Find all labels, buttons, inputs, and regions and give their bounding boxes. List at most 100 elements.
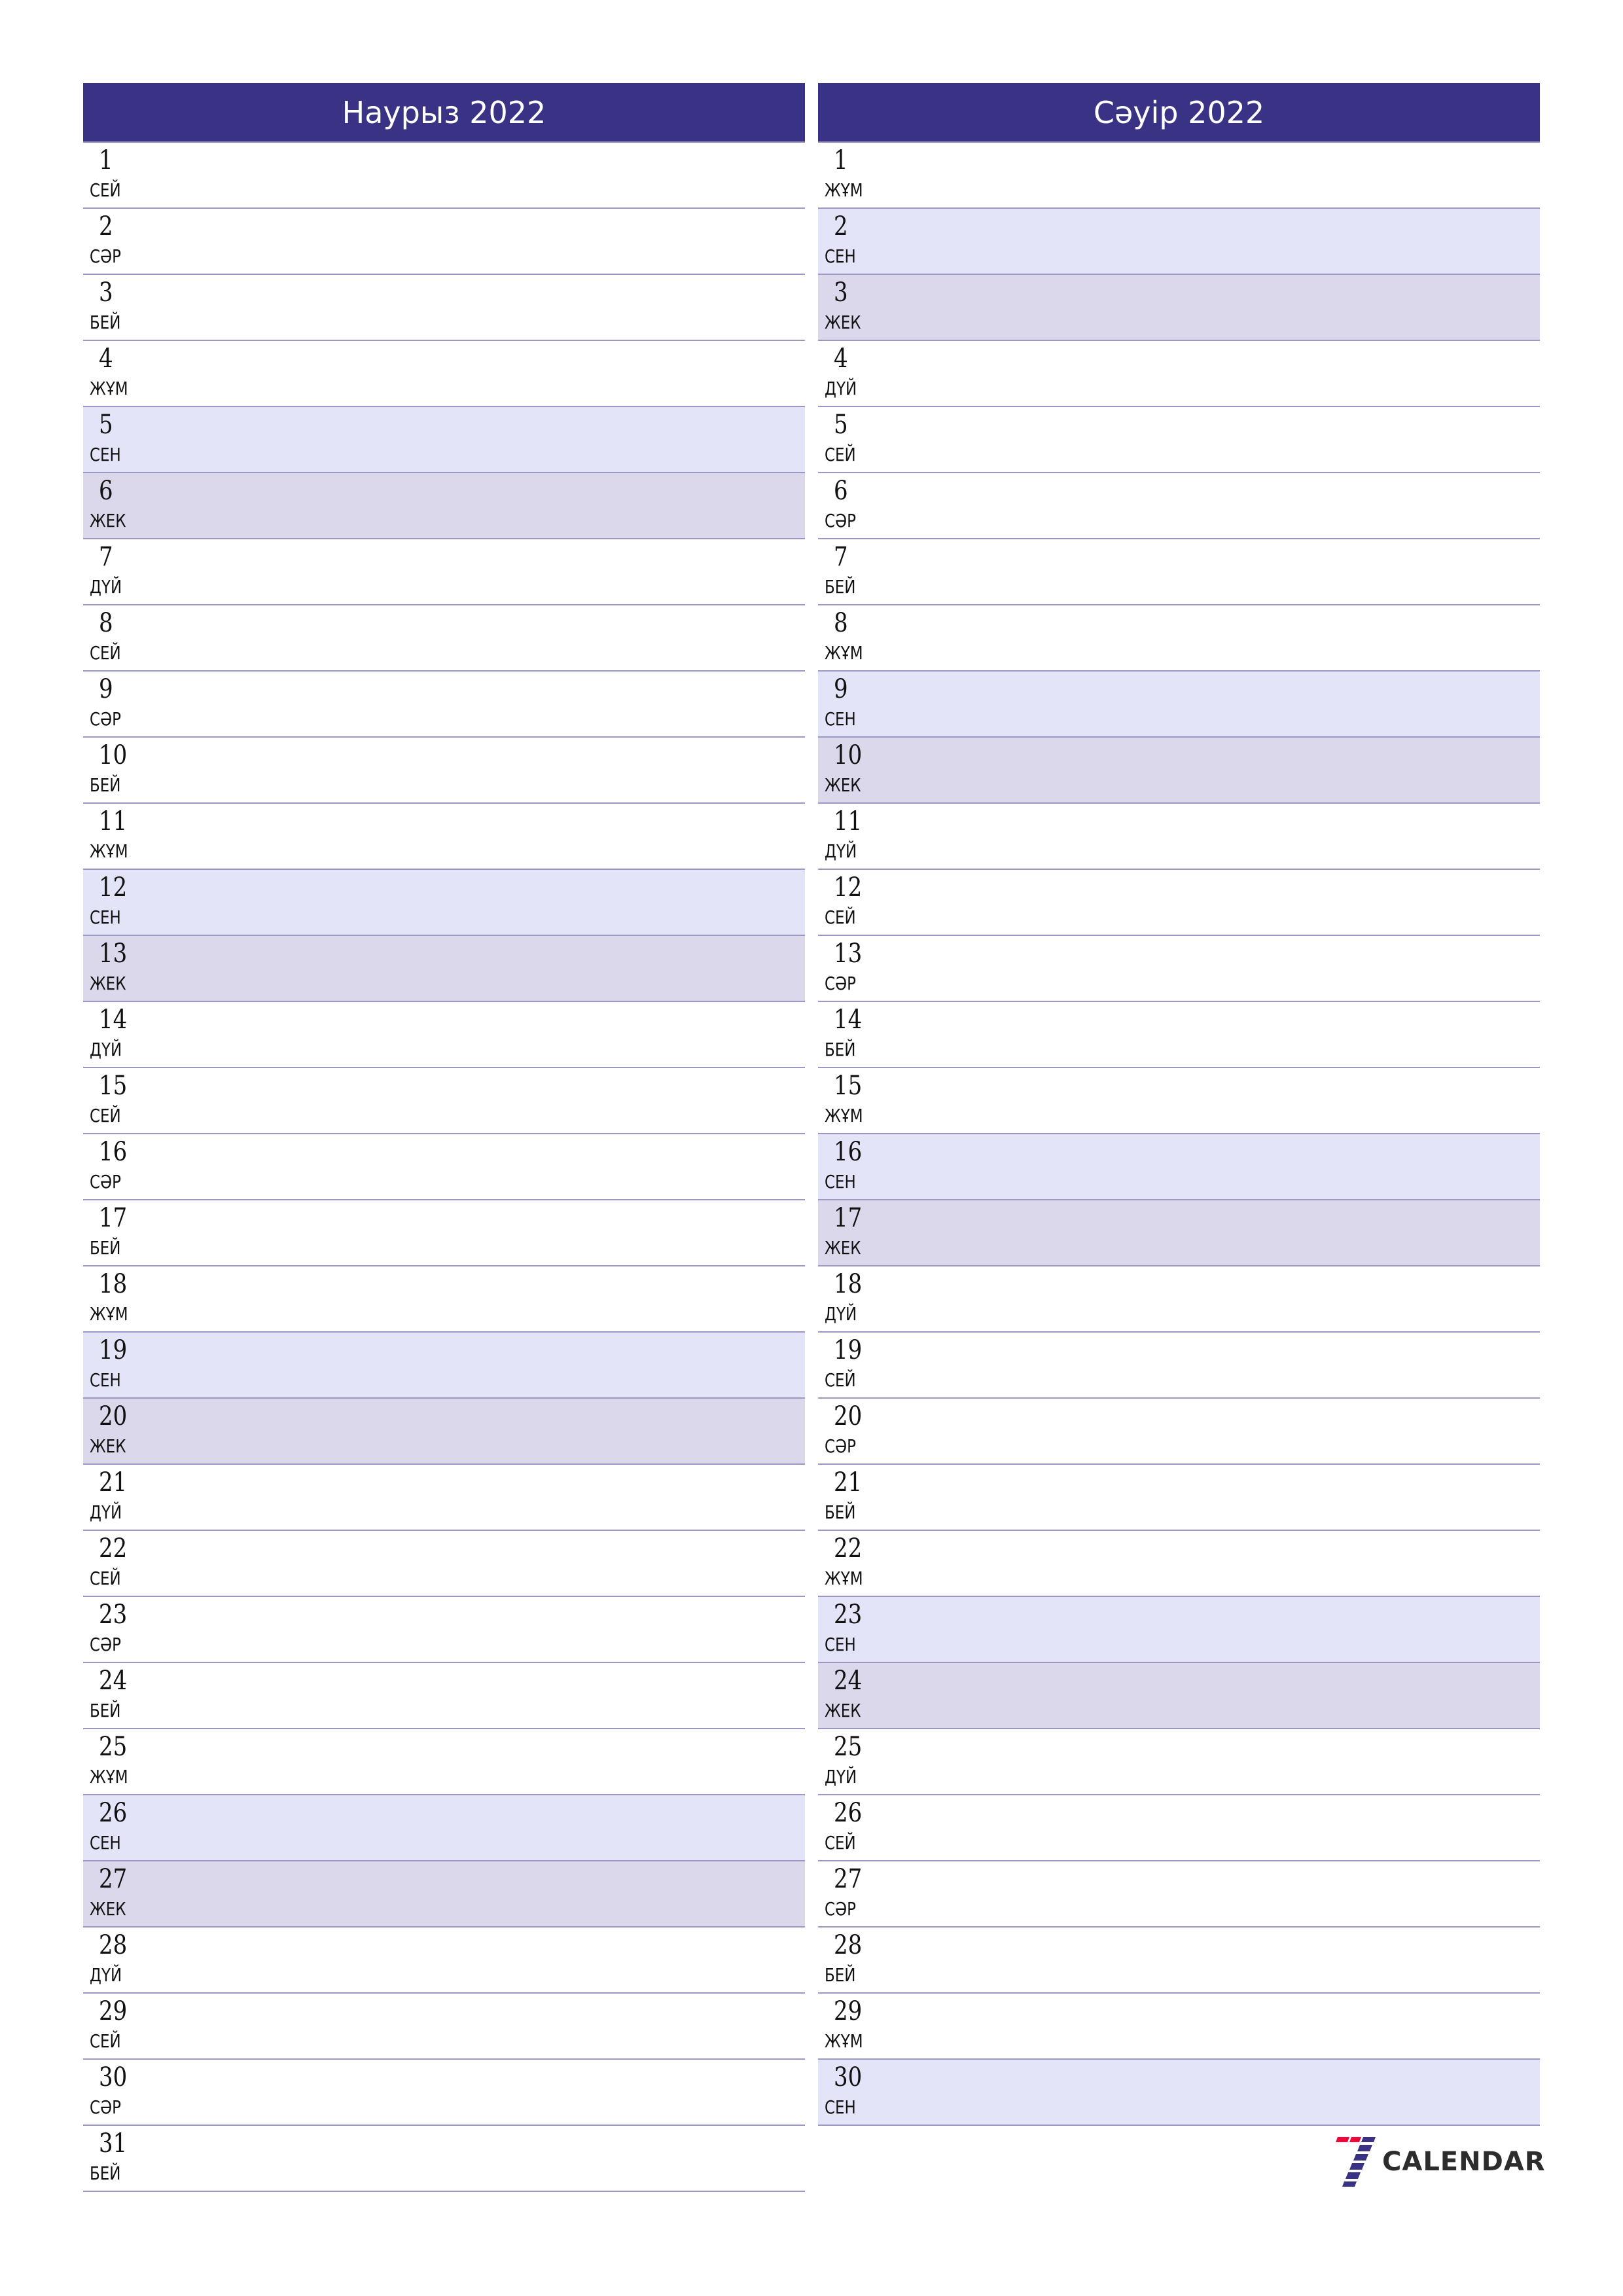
day-row[interactable]: 4 ДҮЙ: [818, 341, 1540, 407]
day-row[interactable]: 17 БЕЙ: [83, 1200, 805, 1266]
day-row[interactable]: 5 СЕЙ: [818, 407, 1540, 473]
day-row[interactable]: 22 ЖҰМ: [818, 1531, 1540, 1597]
day-row[interactable]: 3 БЕЙ: [83, 275, 805, 341]
day-number: 20: [834, 1401, 863, 1431]
day-row[interactable]: 14 ДҮЙ: [83, 1002, 805, 1068]
day-row[interactable]: 25 ДҮЙ: [818, 1729, 1540, 1795]
day-row[interactable]: 24 БЕЙ: [83, 1663, 805, 1729]
day-row[interactable]: 8 СЕЙ: [83, 605, 805, 672]
day-number: 1: [99, 145, 113, 175]
day-row[interactable]: 16 СӘР: [83, 1134, 805, 1200]
day-number: 4: [99, 344, 113, 374]
day-row[interactable]: 12 СЕЙ: [818, 870, 1540, 936]
day-row[interactable]: 30 СӘР: [83, 2060, 805, 2126]
weekday-label: БЕЙ: [825, 1964, 856, 1986]
weekday-label: ЖЕК: [825, 1237, 861, 1259]
weekday-label: СЕН: [825, 1634, 856, 1655]
day-row[interactable]: 4 ЖҰМ: [83, 341, 805, 407]
day-row[interactable]: 30 СЕН: [818, 2060, 1540, 2126]
day-row[interactable]: 8 ЖҰМ: [818, 605, 1540, 672]
day-row[interactable]: 7 ДҮЙ: [83, 539, 805, 605]
day-row[interactable]: 23 СӘР: [83, 1597, 805, 1663]
day-row[interactable]: 28 БЕЙ: [818, 1928, 1540, 1994]
day-row[interactable]: 18 ДҮЙ: [818, 1266, 1540, 1333]
day-number: 7: [834, 542, 848, 572]
day-row[interactable]: 13 ЖЕК: [83, 936, 805, 1002]
weekday-label: СӘР: [825, 973, 856, 994]
day-row[interactable]: 14 БЕЙ: [818, 1002, 1540, 1068]
day-number: 25: [99, 1732, 128, 1762]
day-row[interactable]: 27 СӘР: [818, 1861, 1540, 1928]
weekday-label: СЕЙ: [825, 906, 856, 928]
day-row[interactable]: 11 ЖҰМ: [83, 804, 805, 870]
day-row[interactable]: 2 СӘР: [83, 209, 805, 275]
weekday-label: ЖҰМ: [90, 1303, 128, 1325]
day-row[interactable]: 25 ЖҰМ: [83, 1729, 805, 1795]
day-row[interactable]: 6 ЖЕК: [83, 473, 805, 539]
day-row[interactable]: 22 СЕЙ: [83, 1531, 805, 1597]
day-row[interactable]: 19 СЕН: [83, 1333, 805, 1399]
day-number: 23: [99, 1600, 128, 1630]
weekday-label: СЕЙ: [825, 1832, 856, 1854]
day-number: 3: [99, 278, 113, 308]
day-row[interactable]: 6 СӘР: [818, 473, 1540, 539]
day-row[interactable]: 16 СЕН: [818, 1134, 1540, 1200]
day-row[interactable]: 21 ДҮЙ: [83, 1465, 805, 1531]
month-header: Сәуір 2022: [818, 83, 1540, 143]
day-row[interactable]: 18 ЖҰМ: [83, 1266, 805, 1333]
day-row[interactable]: 9 СЕН: [818, 672, 1540, 738]
month-header: Наурыз 2022: [83, 83, 805, 143]
weekday-label: ЖҰМ: [825, 1568, 863, 1589]
weekday-label: СӘР: [90, 2096, 121, 2118]
day-row[interactable]: 20 СӘР: [818, 1399, 1540, 1465]
day-row[interactable]: 17 ЖЕК: [818, 1200, 1540, 1266]
day-row[interactable]: 15 СЕЙ: [83, 1068, 805, 1134]
weekday-label: БЕЙ: [90, 312, 121, 333]
day-number: 27: [99, 1864, 128, 1894]
day-row[interactable]: 20 ЖЕК: [83, 1399, 805, 1465]
day-row[interactable]: 31 БЕЙ: [83, 2126, 805, 2192]
day-row[interactable]: 27 ЖЕК: [83, 1861, 805, 1928]
weekday-label: ЖЕК: [90, 510, 126, 531]
day-number: 30: [834, 2062, 863, 2092]
day-row[interactable]: 26 СЕН: [83, 1795, 805, 1861]
day-row[interactable]: 21 БЕЙ: [818, 1465, 1540, 1531]
day-row[interactable]: 11 ДҮЙ: [818, 804, 1540, 870]
day-number: 23: [834, 1600, 863, 1630]
day-row[interactable]: 7 БЕЙ: [818, 539, 1540, 605]
weekday-label: СЕЙ: [90, 642, 121, 664]
day-row[interactable]: 1 ЖҰМ: [818, 143, 1540, 209]
weekday-label: БЕЙ: [825, 576, 856, 598]
day-row[interactable]: 23 СЕН: [818, 1597, 1540, 1663]
day-row[interactable]: 13 СӘР: [818, 936, 1540, 1002]
weekday-label: ДҮЙ: [90, 576, 122, 598]
day-row[interactable]: 5 СЕН: [83, 407, 805, 473]
day-row[interactable]: 3 ЖЕК: [818, 275, 1540, 341]
day-number: 2: [834, 211, 848, 242]
day-row[interactable]: 2 СЕН: [818, 209, 1540, 275]
day-number: 15: [99, 1071, 128, 1101]
day-number: 3: [834, 278, 848, 308]
weekday-label: ЖҰМ: [825, 179, 863, 201]
day-row[interactable]: 24 ЖЕК: [818, 1663, 1540, 1729]
weekday-label: ЖҰМ: [90, 840, 128, 862]
day-row[interactable]: 1 СЕЙ: [83, 143, 805, 209]
day-number: 12: [99, 872, 128, 903]
day-row[interactable]: 15 ЖҰМ: [818, 1068, 1540, 1134]
day-row[interactable]: 10 БЕЙ: [83, 738, 805, 804]
weekday-label: СЕЙ: [90, 1568, 121, 1589]
day-row[interactable]: 10 ЖЕК: [818, 738, 1540, 804]
weekday-label: БЕЙ: [90, 774, 121, 796]
day-row[interactable]: 29 СЕЙ: [83, 1994, 805, 2060]
day-row[interactable]: 26 СЕЙ: [818, 1795, 1540, 1861]
day-number: 26: [834, 1798, 863, 1828]
weekday-label: СЕН: [825, 245, 856, 267]
day-row[interactable]: 29 ЖҰМ: [818, 1994, 1540, 2060]
day-row[interactable]: 19 СЕЙ: [818, 1333, 1540, 1399]
day-row[interactable]: 28 ДҮЙ: [83, 1928, 805, 1994]
weekday-label: ЖҰМ: [825, 642, 863, 664]
weekday-label: СӘР: [825, 1898, 856, 1920]
weekday-label: СЕЙ: [90, 179, 121, 201]
day-row[interactable]: 12 СЕН: [83, 870, 805, 936]
day-row[interactable]: 9 СӘР: [83, 672, 805, 738]
